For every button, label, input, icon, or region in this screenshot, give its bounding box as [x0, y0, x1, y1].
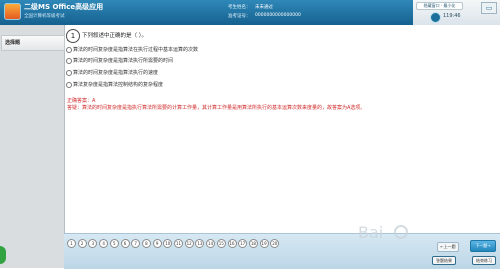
clock-icon	[430, 12, 441, 23]
question-number-button[interactable]: 9	[152, 239, 162, 248]
question-number-badge: 1	[66, 29, 80, 43]
question-number-button[interactable]: 2	[77, 239, 87, 248]
svg-text:Bai: Bai	[358, 223, 383, 242]
exit-practice-button[interactable]: 结束练习	[472, 256, 496, 265]
radio-icon[interactable]	[66, 81, 72, 88]
sidebar-pull-tab[interactable]	[0, 246, 6, 264]
correct-answer: 正确答案：A	[67, 98, 96, 104]
option-a[interactable]: 算法的时间复杂度是指算法在执行过程中基本运算的次数	[66, 46, 198, 53]
question-text: 下列叙述中正确的是（ ）。	[82, 33, 147, 39]
question-number-button[interactable]: 19	[259, 239, 269, 248]
option-c[interactable]: 算法的时间复杂度是指算法执行的速度	[66, 69, 158, 76]
option-d[interactable]: 算法复杂度是指算法控制结构的复杂程度	[66, 81, 163, 88]
exam-id: 0000000000000000	[255, 13, 301, 18]
answer-explanation: 答疑：算法的时间复杂度是指执行算法所需要的计算工作量，其计算工作量是用算法所执行…	[67, 105, 366, 111]
question-number-button[interactable]: 11	[174, 239, 183, 248]
sidebar-item-choice[interactable]: 选择题	[1, 35, 65, 51]
prev-question-button[interactable]: ←上一题	[437, 242, 459, 252]
hide-window-button[interactable]: 隐藏窗口 · 最小化	[416, 2, 463, 10]
radio-icon[interactable]	[66, 57, 72, 64]
question-number-button[interactable]: 12	[184, 239, 194, 248]
question-number-button[interactable]: 8	[141, 239, 151, 248]
option-label: 算法的时间复杂度是指算法在执行过程中基本运算的次数	[73, 47, 199, 53]
countdown-timer: 119:46	[443, 13, 461, 19]
option-label: 算法的时间复杂度是指算法执行所需要的时间	[73, 58, 174, 64]
question-number-button[interactable]: 5	[109, 239, 119, 248]
sidebar: 选择题	[0, 25, 65, 268]
question-number-button[interactable]: 16	[227, 239, 237, 248]
next-question-button[interactable]: 下一题→	[470, 240, 496, 252]
watermark-logo: Bai	[358, 223, 408, 242]
app-title: 二级MS Office高级应用	[24, 3, 104, 11]
question-number-button[interactable]: 15	[216, 239, 226, 248]
answer-results-button[interactable]: 答题结果	[432, 256, 456, 265]
candidate-name: 未未通过	[255, 5, 273, 10]
exam-id-label: 准考证号：	[228, 14, 251, 19]
question-number-button[interactable]: 1	[67, 239, 76, 248]
window-icon[interactable]: ▭	[481, 2, 497, 14]
app-logo	[4, 3, 21, 20]
option-label: 算法的时间复杂度是指算法执行的速度	[73, 70, 159, 76]
option-b[interactable]: 算法的时间复杂度是指算法执行所需要的时间	[66, 57, 173, 64]
question-number-button[interactable]: 6	[120, 239, 130, 248]
radio-icon[interactable]	[66, 46, 72, 53]
question-number-button[interactable]: 18	[248, 239, 258, 248]
candidate-name-label: 考生姓名：	[228, 5, 251, 10]
app-subtitle: 全国计算机等级考试	[24, 14, 65, 19]
radio-icon[interactable]	[66, 69, 72, 76]
option-label: 算法复杂度是指算法控制结构的复杂程度	[73, 82, 164, 88]
